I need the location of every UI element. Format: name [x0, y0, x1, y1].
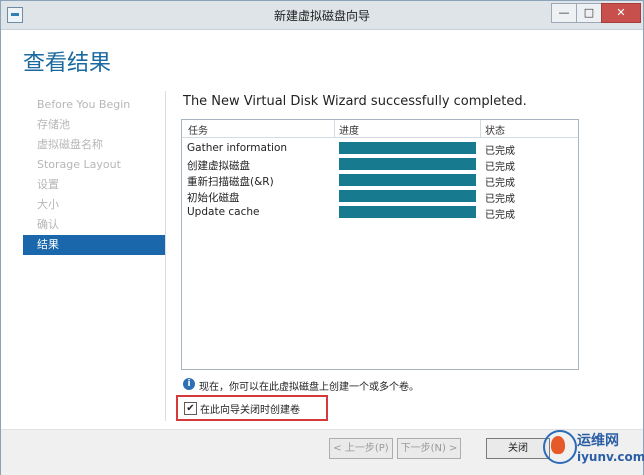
info-text: 现在，你可以在此虚拟磁盘上创建一个或多个卷。	[199, 382, 419, 393]
table-row[interactable]: Gather information 已完成	[182, 140, 578, 157]
completion-message: The New Virtual Disk Wizard successfully…	[183, 94, 527, 109]
progress-bar	[339, 174, 476, 186]
task-name: 重新扫描磁盘(&R)	[187, 176, 274, 188]
table-row[interactable]: 重新扫描磁盘(&R) 已完成	[182, 172, 578, 189]
task-name: Update cache	[187, 206, 260, 218]
watermark: 运维网 iyunv.com	[543, 428, 644, 472]
header-status[interactable]: 状态	[485, 122, 505, 137]
task-name: Gather information	[187, 142, 288, 154]
results-table: 任务 进度 状态 Gather information 已完成 创建虚拟磁盘 已完成重…	[181, 119, 579, 370]
flame-icon	[551, 436, 565, 454]
progress-bar	[339, 142, 476, 154]
progress-bar	[339, 206, 476, 218]
nav-item[interactable]: 结果	[23, 235, 165, 255]
header-task[interactable]: 任务	[188, 122, 208, 137]
progress-bar	[339, 158, 476, 170]
previous-button[interactable]: < 上一步(P)	[329, 438, 393, 459]
close-window-button[interactable]: ✕	[601, 3, 641, 23]
wizard-steps-nav: Before You Begin 存储池 虚拟磁盘名称 Storage Layout 设…	[23, 95, 165, 255]
wizard-window: 新建虚拟磁盘向导 — □ ✕ 查看结果 Before You Begin 存储池虚…	[0, 0, 644, 475]
nav-item[interactable]: 虚拟磁盘名称	[23, 135, 165, 155]
task-status: 已完成	[485, 210, 515, 221]
nav-item[interactable]: 设置	[23, 175, 165, 195]
progress-bar	[339, 190, 476, 202]
task-status: 已完成	[485, 146, 515, 157]
task-status: 已完成	[485, 194, 515, 205]
create-volume-checkbox[interactable]: ✔	[184, 402, 197, 415]
nav-item[interactable]: 确认	[23, 215, 165, 235]
window-title: 新建虚拟磁盘向导	[273, 9, 370, 23]
table-row[interactable]: 初始化磁盘 已完成	[182, 188, 578, 205]
column-divider[interactable]	[480, 120, 481, 137]
nav-item[interactable]: 大小	[23, 195, 165, 215]
task-status: 已完成	[485, 178, 515, 189]
create-volume-option[interactable]: ✔ 在此向导关闭时创建卷	[176, 395, 328, 421]
page-title: 查看结果	[23, 51, 112, 76]
nav-item[interactable]: Before You Begin	[23, 95, 165, 115]
close-button[interactable]: 关闭	[486, 438, 550, 459]
table-row[interactable]: Update cache 已完成	[182, 204, 578, 221]
nav-divider	[165, 91, 166, 421]
watermark-title: 运维网	[577, 433, 619, 449]
minimize-button[interactable]: —	[551, 3, 577, 23]
watermark-site: iyunv.com	[577, 450, 644, 464]
task-name: 初始化磁盘	[187, 192, 240, 204]
table-header: 任务 进度 状态	[182, 120, 578, 138]
create-volume-label[interactable]: 在此向导关闭时创建卷	[200, 401, 300, 416]
info-icon: i	[183, 378, 195, 390]
table-row[interactable]: 创建虚拟磁盘 已完成	[182, 156, 578, 173]
nav-item[interactable]: Storage Layout	[23, 155, 165, 175]
column-divider[interactable]	[334, 120, 335, 137]
task-name: 创建虚拟磁盘	[187, 160, 250, 172]
task-status: 已完成	[485, 162, 515, 173]
header-progress[interactable]: 进度	[339, 122, 359, 137]
maximize-button[interactable]: □	[576, 3, 602, 23]
title-bar[interactable]: 新建虚拟磁盘向导 — □ ✕	[1, 1, 643, 30]
next-button[interactable]: 下一步(N) >	[397, 438, 461, 459]
nav-item[interactable]: 存储池	[23, 115, 165, 135]
